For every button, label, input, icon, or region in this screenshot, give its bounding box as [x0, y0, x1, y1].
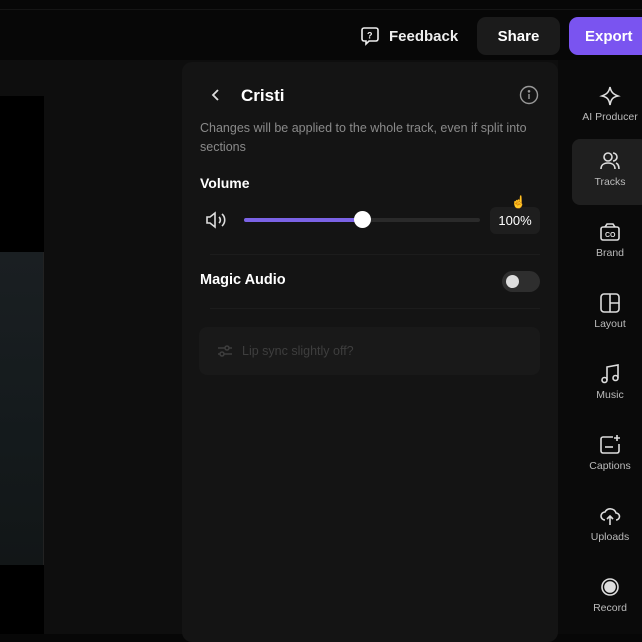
- sidebar-item-tracks[interactable]: Tracks: [572, 139, 642, 205]
- sidebar-item-label: Layout: [594, 318, 626, 330]
- sidebar-item-ai-producer[interactable]: AI Producer: [572, 74, 642, 140]
- brand-kit-icon: CO: [600, 223, 620, 241]
- sidebar-item-music[interactable]: Music: [572, 352, 642, 418]
- info-icon[interactable]: [519, 85, 539, 105]
- svg-text:?: ?: [367, 31, 373, 41]
- layout-icon: [600, 293, 620, 313]
- cloud-upload-icon: [600, 508, 621, 525]
- volume-value[interactable]: 100%: [490, 207, 540, 234]
- sidebar-item-record[interactable]: Record: [572, 565, 642, 631]
- magic-audio-label: Magic Audio: [200, 272, 286, 288]
- top-divider: [0, 9, 642, 10]
- sidebar-item-uploads[interactable]: Uploads: [572, 494, 642, 560]
- music-icon: [601, 364, 619, 384]
- record-icon: [601, 578, 619, 596]
- sidebar-item-label: AI Producer: [582, 111, 638, 123]
- feedback-icon: ?: [361, 27, 379, 46]
- sidebar-item-captions[interactable]: Captions: [572, 423, 642, 489]
- toggle-knob: [506, 275, 519, 288]
- speaker-icon[interactable]: [205, 211, 227, 229]
- users-icon: [600, 152, 620, 170]
- sidebar-item-label: Tracks: [594, 176, 626, 188]
- sidebar-item-label: Brand: [595, 247, 625, 259]
- panel-description: Changes will be applied to the whole tra…: [200, 121, 527, 154]
- panel-title: Cristi: [241, 86, 285, 105]
- volume-label: Volume: [200, 175, 250, 191]
- captions-icon: [600, 435, 620, 454]
- volume-slider-fill: [244, 218, 362, 222]
- svg-text:CO: CO: [605, 232, 616, 239]
- sidebar-item-layout[interactable]: Layout: [572, 281, 642, 347]
- lip-sync-label: Lip sync slightly off?: [242, 344, 354, 358]
- feedback-button[interactable]: ? Feedback: [360, 24, 458, 48]
- share-button[interactable]: Share: [477, 17, 560, 55]
- lip-sync-button[interactable]: Lip sync slightly off?: [199, 327, 540, 375]
- feedback-label: Feedback: [389, 27, 459, 45]
- sidebar: AI Producer Tracks CO Brand Layout Music…: [558, 60, 642, 634]
- hand-cursor-icon: ☝: [511, 195, 526, 209]
- video-frame: [0, 252, 44, 565]
- sidebar-item-brand[interactable]: CO Brand: [572, 210, 642, 276]
- back-chevron-icon[interactable]: [206, 84, 226, 106]
- sidebar-item-label: Uploads: [590, 531, 630, 543]
- sparkle-icon: [599, 86, 621, 106]
- sliders-icon: [218, 345, 232, 357]
- magic-audio-toggle[interactable]: [502, 271, 540, 292]
- export-button[interactable]: Export: [569, 17, 642, 55]
- divider: [210, 254, 540, 255]
- volume-slider[interactable]: [244, 211, 480, 228]
- sidebar-item-label: Music: [596, 389, 624, 401]
- divider: [210, 308, 540, 309]
- volume-slider-thumb[interactable]: [354, 211, 371, 228]
- sidebar-item-label: Captions: [589, 460, 631, 472]
- track-settings-panel: Cristi Changes will be applied to the wh…: [182, 62, 558, 642]
- sidebar-item-label: Record: [593, 602, 627, 614]
